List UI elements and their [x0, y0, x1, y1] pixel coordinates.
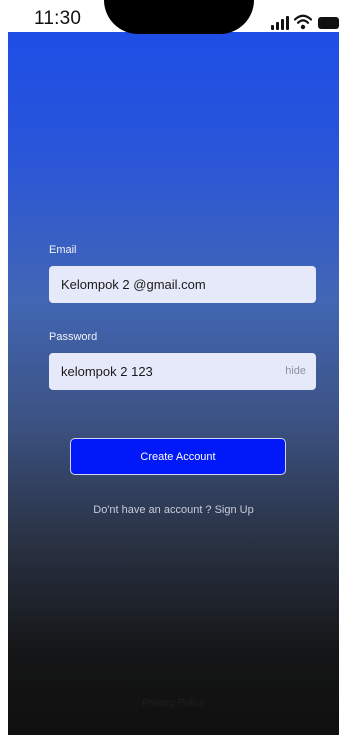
signal-bars-icon — [271, 16, 289, 30]
password-value: kelompok 2 123 — [61, 364, 153, 379]
status-bar: 11:30 — [0, 0, 339, 44]
create-account-button[interactable]: Create Account — [70, 438, 286, 475]
login-screen: Email Kelompok 2 @gmail.com Password kel… — [8, 32, 339, 735]
sign-up-link[interactable]: Do'nt have an account ? Sign Up — [8, 504, 339, 516]
password-field[interactable]: kelompok 2 123 hide — [49, 353, 316, 390]
wifi-icon — [294, 14, 312, 30]
battery-icon — [318, 17, 339, 29]
status-time: 11:30 — [34, 8, 82, 29]
page: Email Kelompok 2 @gmail.com Password kel… — [0, 0, 339, 735]
password-label: Password — [49, 331, 98, 343]
email-label: Email — [49, 244, 77, 256]
notch — [104, 0, 254, 34]
email-value: Kelompok 2 @gmail.com — [61, 277, 206, 292]
privacy-policy-link[interactable]: Privacy Policy — [8, 698, 339, 709]
email-field[interactable]: Kelompok 2 @gmail.com — [49, 266, 316, 303]
hide-password-toggle[interactable]: hide — [285, 365, 306, 377]
